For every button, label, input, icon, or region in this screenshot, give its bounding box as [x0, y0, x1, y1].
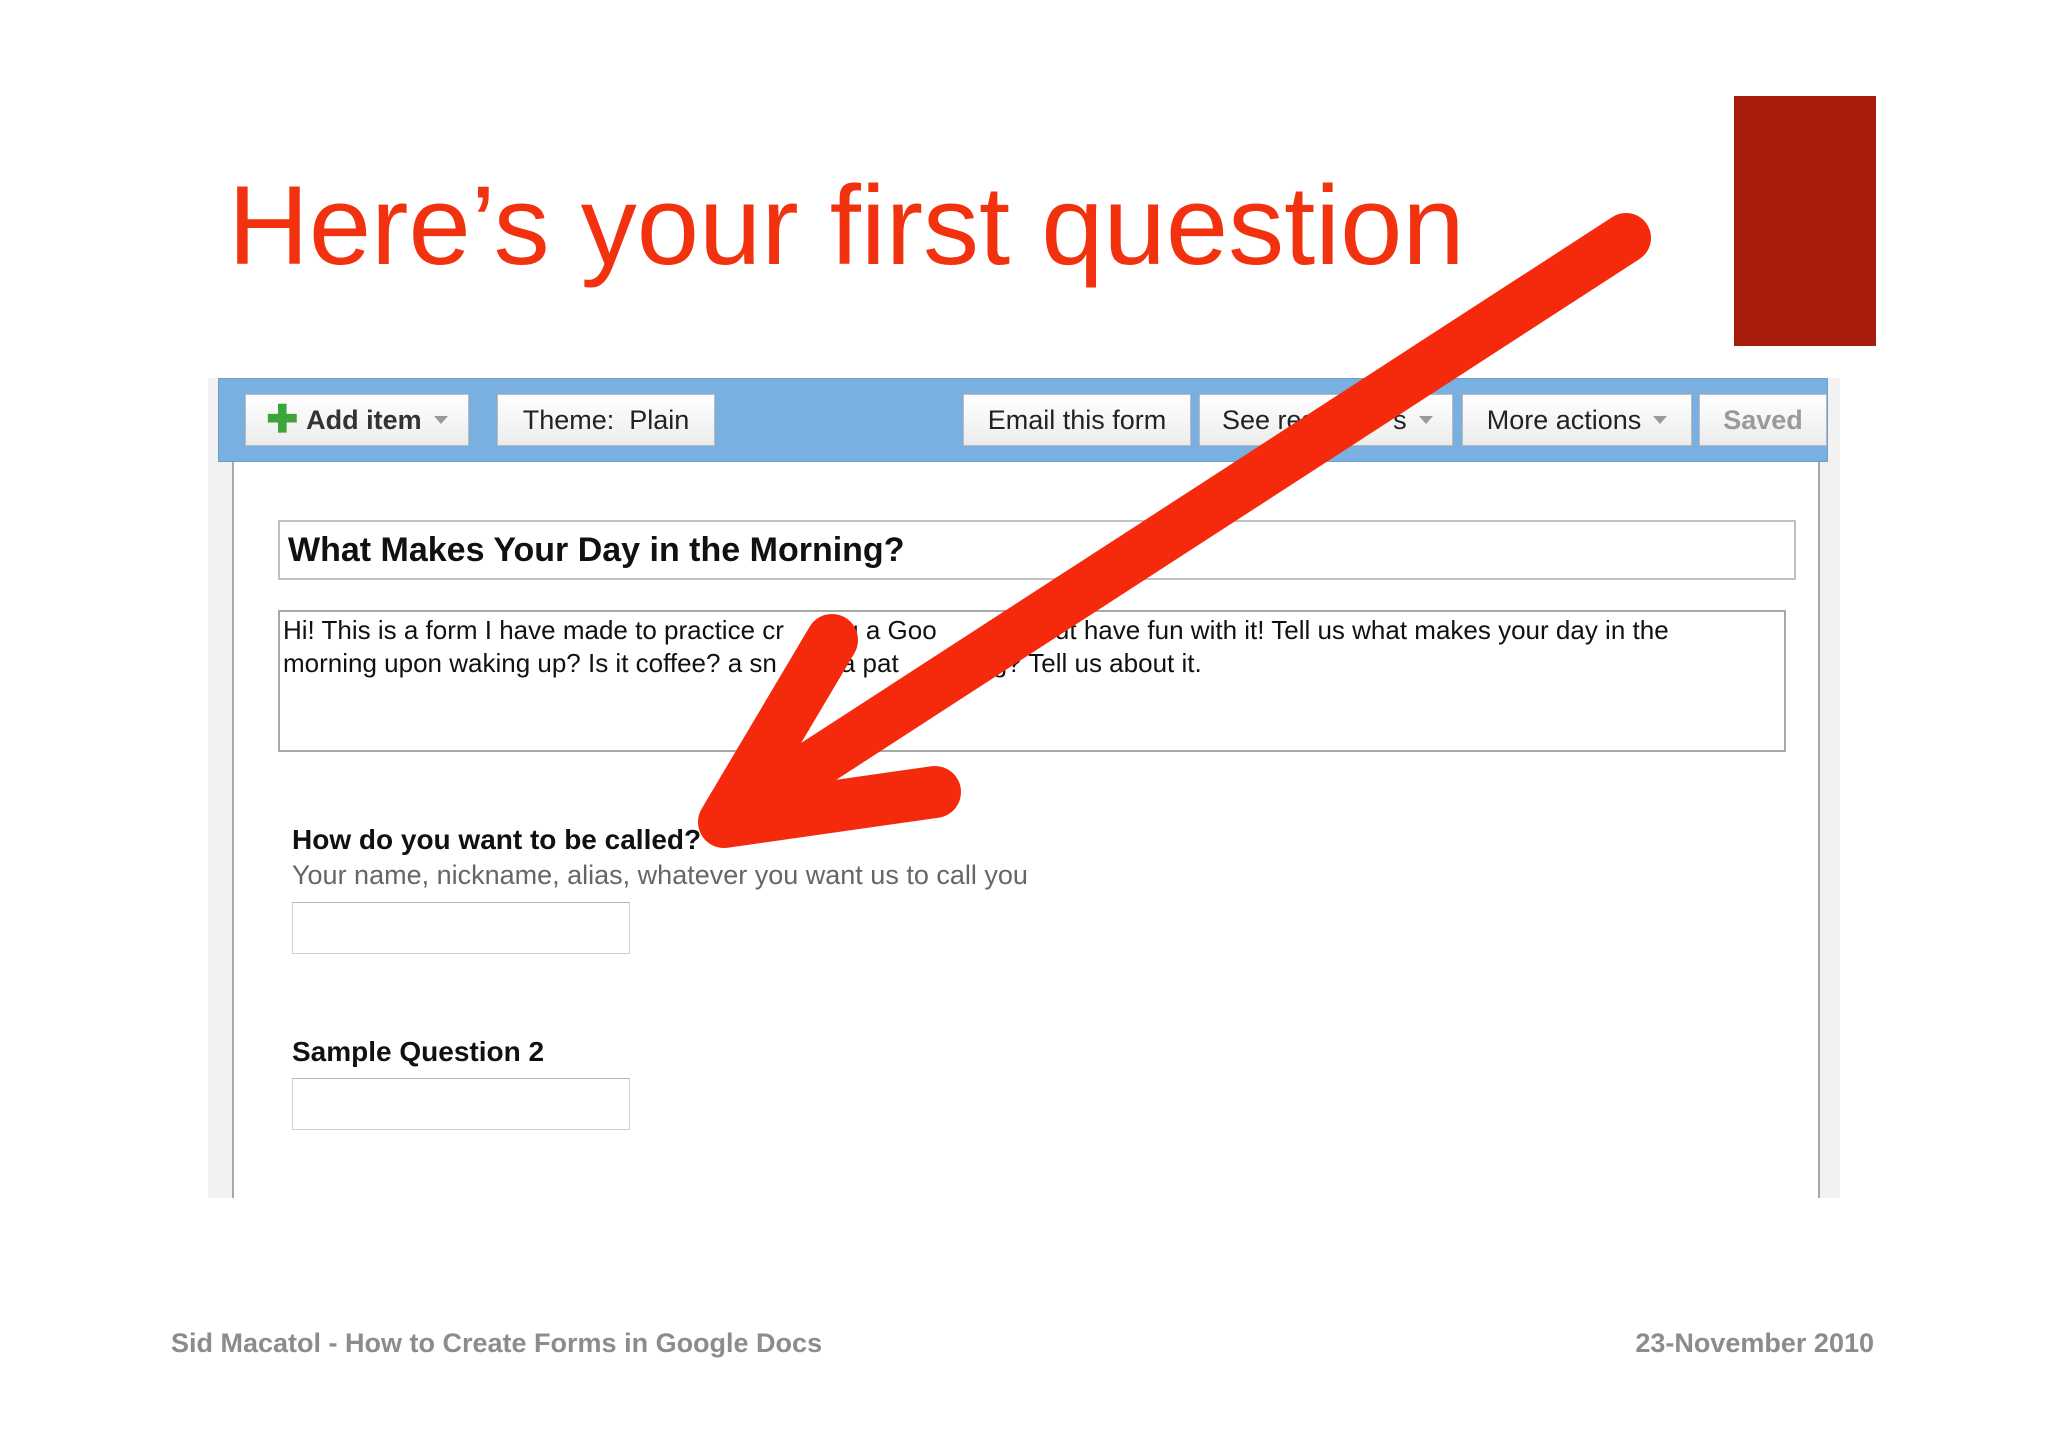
arrow-annotation — [698, 213, 1651, 848]
footer-right: 23-November 2010 — [1635, 1328, 1874, 1358]
footer-left: Sid Macatol - How to Create Forms in Goo… — [171, 1328, 823, 1358]
arrow-shaft — [765, 213, 1651, 805]
